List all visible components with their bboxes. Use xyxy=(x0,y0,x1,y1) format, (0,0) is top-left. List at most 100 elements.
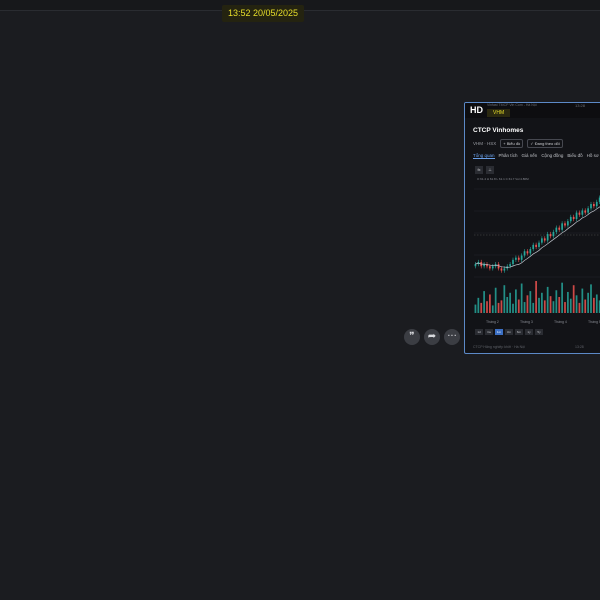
volume-bar xyxy=(474,304,477,313)
candle-body xyxy=(564,223,566,226)
message-timestamp: 13:52 20/05/2025 xyxy=(222,5,305,22)
range-5y[interactable]: 5y xyxy=(535,329,543,335)
candle-body xyxy=(509,264,511,267)
x-axis-label: Tháng 2 xyxy=(486,320,499,324)
volume-bar xyxy=(520,283,523,313)
candle-body xyxy=(558,227,561,230)
volume-bar xyxy=(578,302,581,313)
follow-chip[interactable]: ✓ Đang theo dõi xyxy=(527,139,563,148)
candle-body xyxy=(523,251,526,256)
range-1w[interactable]: 1w xyxy=(485,329,493,335)
company-name: CTCP Vinhomes xyxy=(473,127,524,134)
candle-body xyxy=(489,266,491,269)
screenshot-tabs: Tổng quan Phân tích Giá nến Cộng đồng Bi… xyxy=(473,153,599,159)
volume-bar xyxy=(535,281,537,313)
candle-body xyxy=(575,212,578,220)
volume-bar xyxy=(529,291,532,313)
candle-body xyxy=(581,210,584,215)
moving-average-line xyxy=(475,206,600,268)
volume-bar xyxy=(541,292,543,313)
chart-tools: fx ⊥ xyxy=(475,166,494,174)
volume-bar xyxy=(506,297,509,313)
volume-bar xyxy=(567,291,569,313)
x-axis-label: Tháng 5 xyxy=(588,320,600,324)
candle-body xyxy=(561,223,563,230)
volume-bar xyxy=(595,294,598,313)
candle-body xyxy=(503,268,506,271)
volume-bar xyxy=(491,305,494,313)
candle-body xyxy=(590,204,592,209)
indicator-tool[interactable]: fx xyxy=(475,166,483,174)
candle-body xyxy=(541,238,543,243)
price-chart[interactable]: Tháng 2 Tháng 3 Tháng 4 Tháng 5 xyxy=(474,185,600,325)
candle-body xyxy=(578,212,581,215)
volume-bar xyxy=(561,282,563,313)
tab-chart[interactable]: Biểu đồ xyxy=(567,153,582,159)
volume-bar xyxy=(569,298,572,313)
candle-body xyxy=(515,257,517,260)
candle-body xyxy=(543,238,546,241)
volume-bar xyxy=(486,301,488,313)
volume-bar xyxy=(480,302,483,313)
volume-bar xyxy=(483,291,485,313)
volume-bar xyxy=(593,297,595,313)
compare-chip[interactable]: + Biểu đồ xyxy=(500,139,524,148)
volume-bar xyxy=(517,299,520,313)
tab-profile[interactable]: Hồ sơ xyxy=(587,153,599,159)
candle-body xyxy=(520,255,523,260)
volume-bar xyxy=(549,296,552,313)
volume-bar xyxy=(581,288,584,313)
volume-bar xyxy=(590,284,592,313)
range-1y[interactable]: 1y xyxy=(525,329,533,335)
more-button[interactable]: ··· xyxy=(444,329,460,345)
tab-overview[interactable]: Tổng quan xyxy=(473,153,495,159)
volume-bar xyxy=(584,299,587,313)
candle-body xyxy=(535,244,537,247)
volume-bar xyxy=(509,292,511,313)
share-icon: ➦ xyxy=(427,331,437,342)
screenshot-status-bar: HD Vinfast TMCP Vin Com - Hà Nội VHM 13:… xyxy=(465,103,600,118)
range-6m[interactable]: 6m xyxy=(515,329,523,335)
ticker-pill: VHM xyxy=(487,109,511,117)
volume-bar xyxy=(494,287,497,313)
candle-body xyxy=(572,216,575,220)
volume-bar xyxy=(543,300,546,313)
hd-badge: HD xyxy=(470,105,483,115)
volume-bar xyxy=(526,295,529,313)
volume-bar xyxy=(503,285,506,313)
volume-bar xyxy=(558,297,561,313)
volume-bar xyxy=(532,302,535,313)
status-text: Vinfast TMCP Vin Com - Hà Nội xyxy=(487,103,537,107)
volume-bar xyxy=(552,301,555,313)
range-1d[interactable]: 1d xyxy=(475,329,483,335)
tab-community[interactable]: Cộng đồng xyxy=(541,153,563,159)
range-1m[interactable]: 1m xyxy=(495,329,503,335)
draw-tool[interactable]: ⊥ xyxy=(486,166,494,174)
candle-body xyxy=(555,227,558,232)
volume-bar xyxy=(489,294,491,313)
symbol-row: VHM · HSX + Biểu đồ ✓ Đang theo dõi xyxy=(473,139,563,148)
range-selector: 1d 1w 1m 3m 6m 1y 5y xyxy=(475,329,543,335)
candle-body xyxy=(552,231,555,237)
more-icon: ··· xyxy=(447,331,457,342)
tab-candles[interactable]: Giá nến xyxy=(522,153,538,159)
shared-screenshot[interactable]: HD Vinfast TMCP Vin Com - Hà Nội VHM 13:… xyxy=(464,102,600,354)
candle-body xyxy=(538,242,540,247)
quote-button[interactable]: ❞ xyxy=(404,329,420,345)
volume-bar xyxy=(477,297,480,313)
tab-analysis[interactable]: Phân tích xyxy=(499,153,518,159)
candle-body xyxy=(500,268,503,271)
volume-bar xyxy=(497,302,500,313)
quote-icon: ❞ xyxy=(409,331,415,342)
range-3m[interactable]: 3m xyxy=(505,329,513,335)
candle-body xyxy=(517,257,520,260)
candle-body xyxy=(546,234,549,241)
candle-body xyxy=(584,210,587,213)
share-button[interactable]: ➦ xyxy=(424,329,440,345)
candle-body xyxy=(593,204,595,207)
candle-body xyxy=(532,244,535,250)
candle-body xyxy=(549,234,552,237)
candle-body xyxy=(526,251,529,254)
volume-bar xyxy=(575,295,578,313)
screenshot-footer: CTCP Hãng nghiệp khởi · Hà Nội xyxy=(473,345,525,349)
